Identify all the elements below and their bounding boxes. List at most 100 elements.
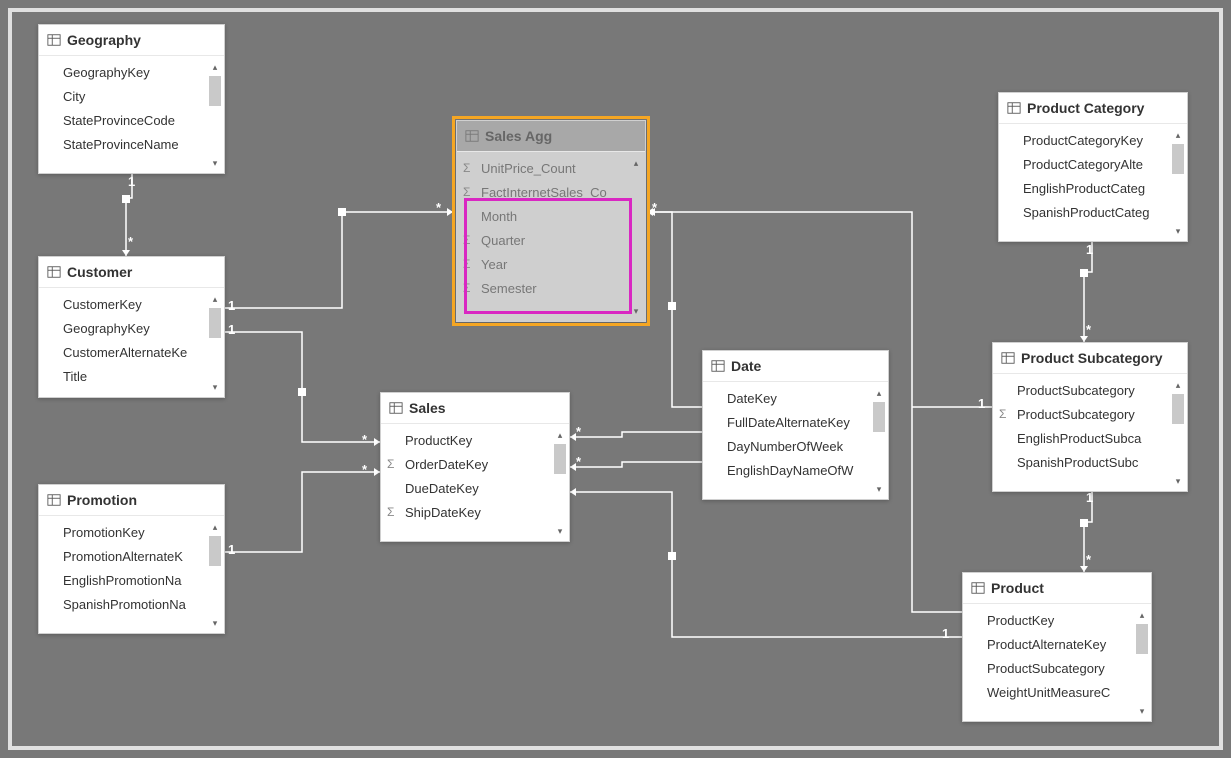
field[interactable]: ΣShipDateKey xyxy=(381,500,569,524)
scroll-down-icon[interactable]: ▾ xyxy=(208,156,222,170)
field[interactable]: PromotionAlternateK xyxy=(39,544,224,568)
field[interactable]: DueDateKey xyxy=(381,476,569,500)
scroll-up-icon[interactable]: ▴ xyxy=(629,156,643,170)
field[interactable]: ΣProductSubcategory xyxy=(993,402,1187,426)
field[interactable]: ProductCategoryKey xyxy=(999,128,1187,152)
table-header[interactable]: Sales xyxy=(381,393,569,424)
table-header[interactable]: Geography xyxy=(39,25,224,56)
scroll-thumb[interactable] xyxy=(1172,144,1184,174)
field[interactable]: EnglishProductSubca xyxy=(993,426,1187,450)
field[interactable]: EnglishDayNameOfW xyxy=(703,458,888,482)
table-product-subcategory[interactable]: Product Subcategory ProductSubcategory Σ… xyxy=(992,342,1188,492)
field[interactable]: FullDateAlternateKey xyxy=(703,410,888,434)
scroll-thumb[interactable] xyxy=(209,76,221,106)
field[interactable]: ProductKey xyxy=(381,428,569,452)
table-header[interactable]: Product Subcategory xyxy=(993,343,1187,374)
scrollbar[interactable]: ▴▾ xyxy=(1135,608,1149,718)
table-geography[interactable]: Geography GeographyKey City StateProvinc… xyxy=(38,24,225,174)
scroll-thumb[interactable] xyxy=(873,402,885,432)
field[interactable]: Month xyxy=(457,204,645,228)
field[interactable]: StateProvinceCode xyxy=(39,108,224,132)
scroll-thumb[interactable] xyxy=(1172,394,1184,424)
scroll-thumb[interactable] xyxy=(209,536,221,566)
field[interactable]: ProductKey xyxy=(963,608,1151,632)
table-customer[interactable]: Customer CustomerKey GeographyKey Custom… xyxy=(38,256,225,398)
field[interactable]: GeographyKey xyxy=(39,316,224,340)
scroll-up-icon[interactable]: ▴ xyxy=(1171,378,1185,392)
field[interactable]: ΣQuarter xyxy=(457,228,645,252)
model-canvas[interactable]: 1 * 1 1 * * * 1 * * * 1 1 1 * 1 * Geogra… xyxy=(8,8,1223,750)
sigma-icon: Σ xyxy=(463,185,470,199)
field[interactable]: ΣFactInternetSales_Co xyxy=(457,180,645,204)
field[interactable]: PromotionKey xyxy=(39,520,224,544)
scroll-thumb[interactable] xyxy=(209,308,221,338)
table-product[interactable]: Product ProductKey ProductAlternateKey P… xyxy=(962,572,1152,722)
scrollbar[interactable]: ▴▾ xyxy=(629,156,643,318)
field[interactable]: DateKey xyxy=(703,386,888,410)
scroll-down-icon[interactable]: ▾ xyxy=(208,380,222,394)
field[interactable]: ProductSubcategory xyxy=(963,656,1151,680)
scroll-down-icon[interactable]: ▾ xyxy=(629,304,643,318)
scroll-thumb[interactable] xyxy=(554,444,566,474)
table-header[interactable]: Product Category xyxy=(999,93,1187,124)
scroll-up-icon[interactable]: ▴ xyxy=(208,520,222,534)
field[interactable]: CustomerAlternateKe xyxy=(39,340,224,364)
scrollbar[interactable]: ▴▾ xyxy=(872,386,886,496)
scroll-thumb[interactable] xyxy=(1136,624,1148,654)
field[interactable]: EnglishProductCateg xyxy=(999,176,1187,200)
table-promotion[interactable]: Promotion PromotionKey PromotionAlternat… xyxy=(38,484,225,634)
scrollbar[interactable]: ▴▾ xyxy=(1171,378,1185,488)
scroll-down-icon[interactable]: ▾ xyxy=(1171,224,1185,238)
cardinality-one: 1 xyxy=(228,298,235,313)
table-header[interactable]: Sales Agg xyxy=(457,121,645,152)
scroll-up-icon[interactable]: ▴ xyxy=(1135,608,1149,622)
scroll-down-icon[interactable]: ▾ xyxy=(208,616,222,630)
field[interactable]: GeographyKey xyxy=(39,60,224,84)
scrollbar[interactable]: ▴▾ xyxy=(553,428,567,538)
field[interactable]: SpanishProductSubc xyxy=(993,450,1187,474)
scroll-up-icon[interactable]: ▴ xyxy=(208,292,222,306)
table-title: Product Subcategory xyxy=(1021,350,1163,366)
table-header[interactable]: Promotion xyxy=(39,485,224,516)
field[interactable]: EnglishPromotionNa xyxy=(39,568,224,592)
scrollbar[interactable]: ▴▾ xyxy=(208,520,222,630)
scrollbar[interactable]: ▴▾ xyxy=(208,292,222,394)
field[interactable]: ΣSemester xyxy=(457,276,645,300)
scroll-up-icon[interactable]: ▴ xyxy=(1171,128,1185,142)
table-header[interactable]: Customer xyxy=(39,257,224,288)
table-header[interactable]: Product xyxy=(963,573,1151,604)
table-title: Product xyxy=(991,580,1044,596)
scrollbar[interactable]: ▴▾ xyxy=(208,60,222,170)
field[interactable]: ΣOrderDateKey xyxy=(381,452,569,476)
table-sales[interactable]: Sales ProductKey ΣOrderDateKey DueDateKe… xyxy=(380,392,570,542)
scroll-down-icon[interactable]: ▾ xyxy=(1171,474,1185,488)
scroll-down-icon[interactable]: ▾ xyxy=(872,482,886,496)
cardinality-many: * xyxy=(652,200,657,215)
scrollbar[interactable]: ▴▾ xyxy=(1171,128,1185,238)
field[interactable]: DayNumberOfWeek xyxy=(703,434,888,458)
table-sales-agg[interactable]: Sales Agg ΣUnitPrice_Count ΣFactInternet… xyxy=(456,120,646,322)
table-date[interactable]: Date DateKey FullDateAlternateKey DayNum… xyxy=(702,350,889,500)
field[interactable]: ProductSubcategory xyxy=(993,378,1187,402)
scroll-down-icon[interactable]: ▾ xyxy=(553,524,567,538)
cardinality-many: * xyxy=(1086,322,1091,337)
field[interactable]: CustomerKey xyxy=(39,292,224,316)
field[interactable]: City xyxy=(39,84,224,108)
field[interactable]: ΣYear xyxy=(457,252,645,276)
field-label: Quarter xyxy=(481,233,525,248)
field[interactable]: StateProvinceName xyxy=(39,132,224,156)
table-icon xyxy=(47,265,61,279)
field[interactable]: SpanishPromotionNa xyxy=(39,592,224,616)
field[interactable]: ProductAlternateKey xyxy=(963,632,1151,656)
field[interactable]: WeightUnitMeasureC xyxy=(963,680,1151,704)
field[interactable]: Title xyxy=(39,364,224,388)
field[interactable]: SpanishProductCateg xyxy=(999,200,1187,224)
scroll-up-icon[interactable]: ▴ xyxy=(208,60,222,74)
field[interactable]: ProductCategoryAlte xyxy=(999,152,1187,176)
table-product-category[interactable]: Product Category ProductCategoryKey Prod… xyxy=(998,92,1188,242)
field[interactable]: ΣUnitPrice_Count xyxy=(457,156,645,180)
scroll-up-icon[interactable]: ▴ xyxy=(553,428,567,442)
table-header[interactable]: Date xyxy=(703,351,888,382)
scroll-up-icon[interactable]: ▴ xyxy=(872,386,886,400)
scroll-down-icon[interactable]: ▾ xyxy=(1135,704,1149,718)
